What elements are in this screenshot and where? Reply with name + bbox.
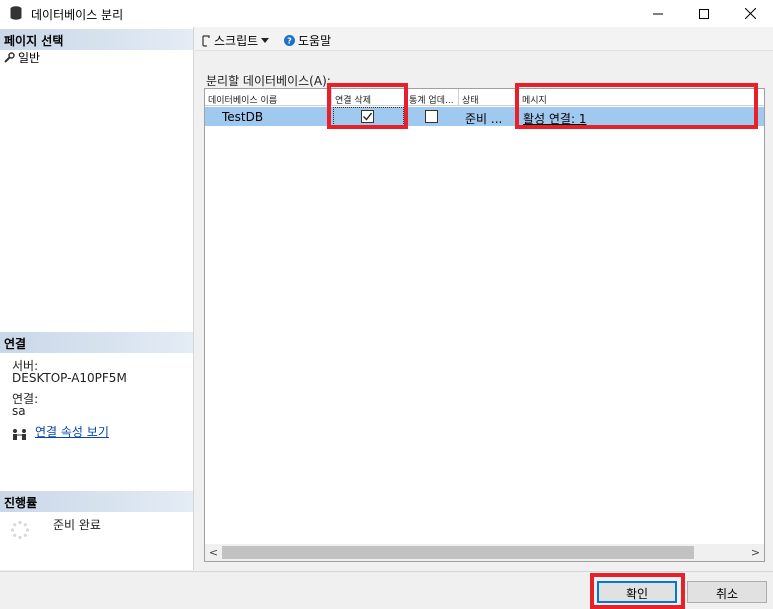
script-icon xyxy=(202,34,210,47)
dropdown-arrow-icon xyxy=(261,37,270,43)
drop-connections-checkbox[interactable] xyxy=(361,110,374,123)
detach-database-dialog: 데이터베이스 분리 페이지 선택 일반 연결 서버: DESKTOP-A10PF… xyxy=(0,0,773,609)
connection-value: sa xyxy=(12,404,26,418)
horizontal-scrollbar[interactable]: < > xyxy=(205,544,764,561)
help-icon: ? xyxy=(284,35,295,46)
checkmark-icon xyxy=(363,112,373,121)
database-icon xyxy=(10,6,22,20)
nav-item-general[interactable]: 일반 xyxy=(4,49,40,66)
databases-grid[interactable]: 데이터베이스 이름 연결 삭제 통계 업데... 상태 메시지 TestDB 준… xyxy=(204,88,765,562)
databases-to-detach-label: 분리할 데이터베이스(A): xyxy=(206,74,331,88)
view-connection-properties-link[interactable]: 연결 속성 보기 xyxy=(35,426,109,439)
close-button[interactable] xyxy=(727,0,773,27)
column-header-database-name[interactable]: 데이터베이스 이름 xyxy=(205,89,332,106)
database-name-cell: TestDB xyxy=(222,110,264,124)
minimize-button[interactable] xyxy=(635,0,681,27)
dialog-footer: 확인 취소 xyxy=(0,571,773,609)
progress-header: 진행률 xyxy=(0,491,193,512)
svg-text:?: ? xyxy=(287,37,292,46)
grid-header: 데이터베이스 이름 연결 삭제 통계 업데... 상태 메시지 xyxy=(205,89,764,106)
title-bar: 데이터베이스 분리 xyxy=(0,0,773,27)
left-pane xyxy=(0,27,194,570)
ok-button[interactable]: 확인 xyxy=(597,581,677,603)
minimize-icon xyxy=(653,13,663,14)
column-header-status[interactable]: 상태 xyxy=(459,89,519,106)
help-button[interactable]: ? 도움말 xyxy=(284,32,331,49)
cancel-button[interactable]: 취소 xyxy=(687,581,767,603)
scroll-left-button[interactable]: < xyxy=(207,546,220,559)
message-cell[interactable]: 활성 연결: 1 xyxy=(523,107,586,126)
scroll-right-button[interactable]: > xyxy=(749,546,762,559)
wrench-icon xyxy=(4,52,15,63)
connection-properties-icon xyxy=(13,429,26,440)
script-button[interactable]: 스크립트 xyxy=(201,32,270,49)
script-label: 스크립트 xyxy=(214,34,259,48)
connection-header: 연결 xyxy=(0,332,193,353)
server-value: DESKTOP-A10PF5M xyxy=(12,371,127,385)
table-row[interactable]: TestDB 준비 ... 활성 연결: 1 xyxy=(205,107,764,126)
maximize-button[interactable] xyxy=(681,0,727,27)
status-cell: 준비 ... xyxy=(465,112,503,126)
close-icon xyxy=(744,8,756,19)
scrollbar-thumb[interactable] xyxy=(222,546,694,559)
toolbar: 스크립트 ? 도움말 xyxy=(195,27,773,51)
nav-item-label: 일반 xyxy=(18,51,41,65)
chevron-right-icon: > xyxy=(750,546,761,559)
column-header-update-statistics[interactable]: 통계 업데... xyxy=(406,89,459,106)
progress-status: 준비 완료 xyxy=(53,518,101,532)
chevron-left-icon: < xyxy=(208,546,219,559)
column-header-message[interactable]: 메시지 xyxy=(519,89,764,106)
help-label: 도움말 xyxy=(298,34,332,48)
select-page-header: 페이지 선택 xyxy=(0,29,193,50)
maximize-icon xyxy=(699,8,709,19)
window-title: 데이터베이스 분리 xyxy=(31,8,124,22)
progress-spinner-icon xyxy=(10,520,30,540)
column-header-drop-connections[interactable]: 연결 삭제 xyxy=(332,89,406,106)
update-statistics-checkbox[interactable] xyxy=(425,110,438,123)
